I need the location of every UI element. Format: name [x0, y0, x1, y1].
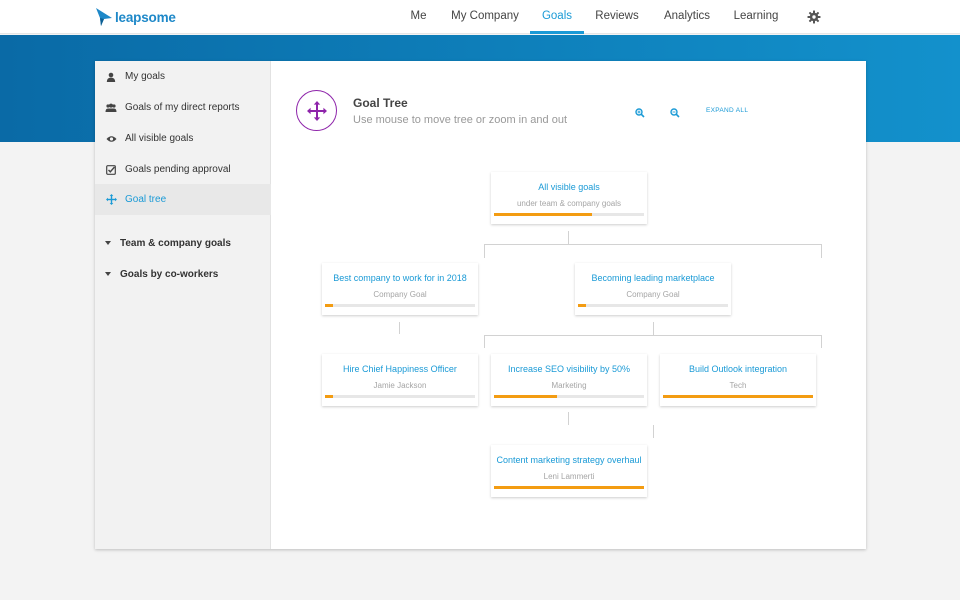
nav-me[interactable]: Me: [405, 0, 432, 34]
goal-title: Becoming leading marketplace: [591, 273, 715, 283]
zoom-in-icon[interactable]: [633, 106, 647, 120]
nav-learning[interactable]: Learning: [730, 0, 782, 34]
move-icon: [105, 194, 117, 206]
brand-name: leapsome: [115, 9, 176, 25]
move-icon: [306, 100, 327, 121]
sidebar-item-label: Goal tree: [125, 194, 167, 205]
goal-progress-fill: [494, 395, 557, 398]
goal-title: Content marketing strategy overhaul: [496, 455, 642, 465]
top-navigation: leapsome Me My Company Goals Reviews Ana…: [0, 0, 960, 34]
goal-progress-fill: [663, 395, 813, 398]
leapsome-logo-icon: [96, 8, 112, 26]
eye-icon: [105, 133, 117, 145]
sidebar-group-team-company[interactable]: Team & company goals: [95, 232, 271, 254]
tree-connector: [484, 244, 822, 245]
goal-progress-bar: [325, 304, 475, 307]
tree-connector: [568, 412, 569, 425]
tree-connector: [484, 335, 485, 348]
caret-down-icon: [105, 272, 111, 276]
sidebar-item-label: All visible goals: [125, 133, 194, 144]
goal-title: All visible goals: [538, 182, 600, 192]
zoom-out-icon[interactable]: [668, 106, 682, 120]
goal-title: Hire Chief Happiness Officer: [343, 364, 457, 374]
goal-tree-area[interactable]: Goal Tree Use mouse to move tree or zoom…: [271, 61, 866, 549]
users-icon: [105, 102, 117, 114]
caret-down-icon: [105, 241, 111, 245]
goal-progress-bar: [494, 395, 644, 398]
sidebar-item-label: Goals of my direct reports: [125, 102, 240, 113]
goal-subtitle: Jamie Jackson: [373, 381, 427, 390]
brand-logo[interactable]: leapsome: [95, 7, 176, 27]
nav-my-company[interactable]: My Company: [450, 0, 520, 34]
goal-card-seo-visibility[interactable]: Increase SEO visibility by 50% Marketing: [491, 354, 647, 406]
tree-connector: [568, 231, 569, 244]
sidebar-group-co-workers[interactable]: Goals by co-workers: [95, 263, 271, 285]
goal-subtitle: Tech: [729, 381, 747, 390]
goal-progress-fill: [494, 486, 644, 489]
goal-progress-bar: [578, 304, 728, 307]
goals-sidebar: My goals Goals of my direct reports All …: [95, 61, 271, 549]
tree-connector: [484, 335, 822, 336]
sidebar-group-label: Team & company goals: [120, 237, 231, 249]
tree-connector: [821, 244, 822, 258]
nav-analytics[interactable]: Analytics: [660, 0, 714, 34]
goal-card-chief-happiness[interactable]: Hire Chief Happiness Officer Jamie Jacks…: [322, 354, 478, 406]
goal-progress-bar: [494, 213, 644, 216]
nav-goals[interactable]: Goals: [530, 0, 584, 34]
goal-progress-bar: [325, 395, 475, 398]
tree-connector: [821, 335, 822, 348]
sidebar-item-direct-reports[interactable]: Goals of my direct reports: [95, 92, 271, 123]
goal-subtitle: under team & company goals: [516, 199, 622, 208]
tree-connector: [653, 425, 654, 438]
goal-subtitle: Company Goal: [626, 290, 680, 299]
goal-progress-fill: [325, 304, 333, 307]
goal-progress-bar: [494, 486, 644, 489]
gear-icon[interactable]: [806, 9, 822, 25]
page-subtitle: Use mouse to move tree or zoom in and ou…: [353, 114, 567, 126]
goal-card-content-marketing[interactable]: Content marketing strategy overhaul Leni…: [491, 445, 647, 497]
goal-card-leading-marketplace[interactable]: Becoming leading marketplace Company Goa…: [575, 263, 731, 315]
goal-subtitle: Company Goal: [373, 290, 427, 299]
page-title: Goal Tree: [353, 96, 408, 110]
sidebar-item-my-goals[interactable]: My goals: [95, 61, 271, 92]
goal-progress-bar: [663, 395, 813, 398]
tree-connector: [399, 322, 400, 334]
goal-card-outlook-integration[interactable]: Build Outlook integration Tech: [660, 354, 816, 406]
goal-subtitle: Marketing: [551, 381, 587, 390]
sidebar-item-goal-tree[interactable]: Goal tree: [95, 184, 271, 215]
goal-progress-fill: [494, 213, 592, 216]
goal-title: Best company to work for in 2018: [333, 273, 467, 283]
sidebar-item-label: My goals: [125, 71, 166, 82]
sidebar-item-label: Goals pending approval: [125, 164, 231, 175]
goal-progress-fill: [578, 304, 586, 307]
tree-connector: [653, 322, 654, 335]
goal-title: Build Outlook integration: [688, 364, 788, 374]
expand-all-button[interactable]: EXPAND ALL: [706, 107, 748, 114]
sidebar-item-all-visible[interactable]: All visible goals: [95, 123, 271, 154]
goal-subtitle: Leni Lammerti: [543, 472, 595, 481]
check-square-icon: [105, 164, 117, 176]
goal-card-best-company[interactable]: Best company to work for in 2018 Company…: [322, 263, 478, 315]
user-icon: [105, 71, 117, 83]
goal-tree-badge: [296, 90, 337, 131]
goal-title: Increase SEO visibility by 50%: [507, 364, 631, 374]
nav-reviews[interactable]: Reviews: [594, 0, 640, 34]
sidebar-group-label: Goals by co-workers: [120, 268, 219, 280]
sidebar-item-pending-approval[interactable]: Goals pending approval: [95, 154, 271, 185]
tree-connector: [484, 244, 485, 258]
goal-card-all-visible[interactable]: All visible goals under team & company g…: [491, 172, 647, 224]
goal-progress-fill: [325, 395, 333, 398]
goals-panel: My goals Goals of my direct reports All …: [95, 61, 866, 549]
